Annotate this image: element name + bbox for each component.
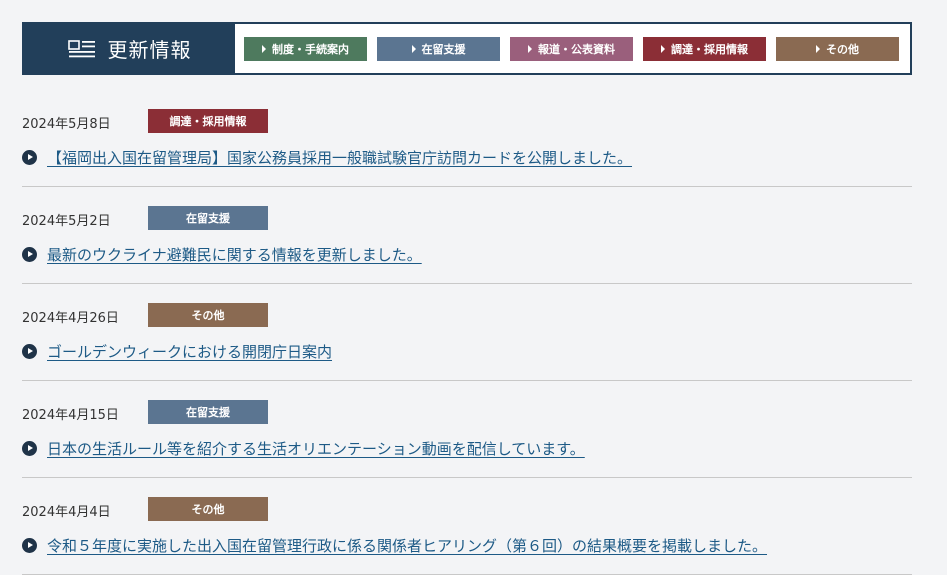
category-button-label: 調達・採用情報 [671, 42, 748, 56]
news-header: 更新情報 制度・手続案内 在留支援 報道・公表資料 調達・採用情報 その他 [22, 22, 912, 75]
category-badge: 調達・採用情報 [148, 109, 268, 133]
circle-arrow-icon [22, 344, 37, 359]
category-badge: その他 [148, 497, 268, 521]
category-button[interactable]: 制度・手続案内 [244, 36, 367, 61]
news-link-row: ゴールデンウィークにおける開閉庁日案内 [22, 341, 332, 362]
news-date: 2024年5月8日 [22, 117, 111, 132]
circle-arrow-icon [22, 441, 37, 456]
news-item: 2024年4月4日 その他 令和５年度に実施した出入国在留管理行政に係る関係者ヒアリ… [22, 478, 912, 575]
news-item: 2024年4月26日 その他ゴールデンウィークにおける開閉庁日案内 [22, 284, 912, 381]
arrow-right-icon [816, 44, 820, 53]
news-title-link[interactable]: ゴールデンウィークにおける開閉庁日案内 [47, 341, 332, 362]
circle-arrow-icon [22, 247, 37, 262]
category-button[interactable]: その他 [776, 36, 899, 61]
page-title: 更新情報 [107, 38, 192, 62]
circle-arrow-icon [22, 538, 37, 553]
news-list: 2024年5月8日 調達・採用情報【福岡出入国在留管理局】国家公務員採用一般職試験… [22, 90, 912, 575]
arrow-right-icon [661, 44, 665, 53]
category-badge: その他 [148, 303, 268, 327]
news-date: 2024年5月2日 [22, 214, 111, 229]
news-title-link[interactable]: 【福岡出入国在留管理局】国家公務員採用一般職試験官庁訪問カードを公開しました。 [47, 147, 632, 168]
category-button-label: 報道・公表資料 [538, 42, 615, 56]
news-item: 2024年5月8日 調達・採用情報【福岡出入国在留管理局】国家公務員採用一般職試験… [22, 90, 912, 187]
arrow-right-icon [411, 44, 416, 53]
arrow-right-icon [528, 44, 532, 53]
news-title-link[interactable]: 日本の生活ルール等を紹介する生活オリエンテーション動画を配信しています。 [47, 438, 585, 459]
news-link-row: 最新のウクライナ避難民に関する情報を更新しました。 [22, 244, 422, 265]
news-title-link[interactable]: 最新のウクライナ避難民に関する情報を更新しました。 [47, 244, 422, 265]
arrow-right-icon [262, 44, 266, 53]
news-date: 2024年4月26日 [22, 311, 119, 326]
news-item: 2024年5月2日 在留支援最新のウクライナ避難民に関する情報を更新しました。 [22, 187, 912, 284]
category-button[interactable]: 調達・採用情報 [643, 36, 766, 61]
category-filter-bar: 制度・手続案内 在留支援 報道・公表資料 調達・採用情報 その他 [235, 24, 910, 73]
news-link-row: 【福岡出入国在留管理局】国家公務員採用一般職試験官庁訪問カードを公開しました。 [22, 147, 632, 168]
category-button-label: 在留支援 [421, 42, 466, 56]
category-button-label: その他 [826, 42, 859, 56]
news-list-icon [67, 38, 96, 60]
category-button-label: 制度・手続案内 [272, 42, 349, 56]
news-date: 2024年4月15日 [22, 408, 119, 423]
news-date: 2024年4月4日 [22, 505, 111, 520]
news-item: 2024年4月15日 在留支援日本の生活ルール等を紹介する生活オリエンテーション動… [22, 381, 912, 478]
category-badge: 在留支援 [148, 206, 268, 230]
circle-arrow-icon [22, 150, 37, 165]
header-title-block: 更新情報 [24, 24, 235, 73]
category-button[interactable]: 在留支援 [377, 36, 500, 61]
category-button[interactable]: 報道・公表資料 [510, 36, 633, 61]
category-badge: 在留支援 [148, 400, 268, 424]
news-link-row: 日本の生活ルール等を紹介する生活オリエンテーション動画を配信しています。 [22, 438, 585, 459]
